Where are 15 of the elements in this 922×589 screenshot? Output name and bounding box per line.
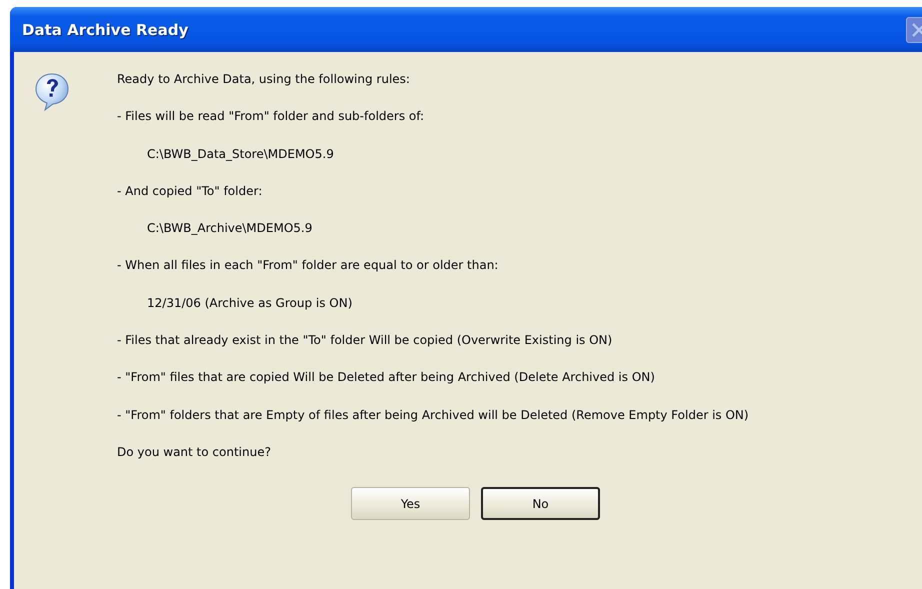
message-text: C:\BWB_Archive\MDEMO5.9 — [146, 220, 314, 238]
message-text: - "From" folders that are Empty of files after being Archived will be Deleted (Remove Empty Folder is ON) — [117, 406, 749, 424]
message-text: - Files that already exist in the "To" folder Will be copied (Overwrite Existing is ON) — [117, 332, 614, 350]
window-title: Data Archive Ready — [22, 20, 188, 38]
message-text: - And copied "To" folder: — [117, 182, 264, 200]
message-text: 12/31/06 (Archive as Group is ON) — [146, 294, 354, 312]
message-text: Do you want to continue? — [117, 444, 272, 461]
message-text: - When all files in each "From" folder are equal to or older than: — [117, 257, 500, 274]
message-text: - "From" files that are copied Will be Deleted after being Archived (Delete Archived is ON) — [117, 369, 656, 386]
dialog-button[interactable]: Yes — [351, 487, 470, 520]
dialog-button[interactable]: No — [481, 487, 600, 520]
message-text: - Files will be read "From" folder and sub-folders of: — [117, 108, 426, 126]
question-icon — [34, 72, 70, 112]
message-text: C:\BWB_Data_Store\MDEMO5.9 — [146, 146, 335, 163]
message-text: Ready to Archive Data, using the following rules: — [117, 71, 411, 88]
